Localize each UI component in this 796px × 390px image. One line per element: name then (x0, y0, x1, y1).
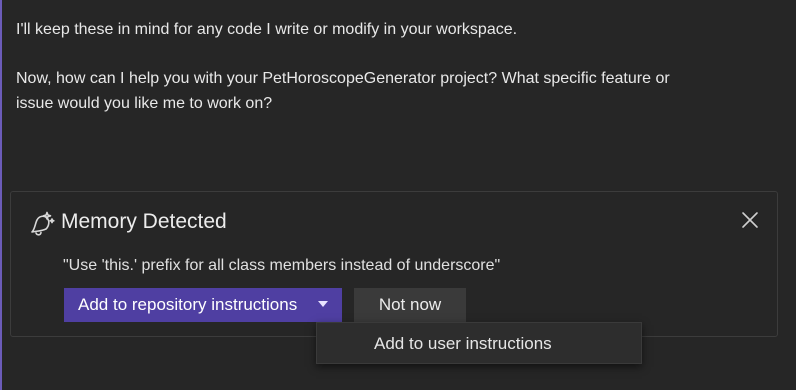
add-to-repository-instructions-button[interactable]: Add to repository instructions (64, 288, 342, 322)
bell-sparkle-icon (25, 206, 57, 238)
add-to-user-instructions-menu-item[interactable]: Add to user instructions (374, 323, 552, 365)
add-to-repository-instructions-label: Add to repository instructions (78, 295, 298, 314)
memory-quote-text: "Use 'this.' prefix for all class member… (63, 257, 501, 274)
assistant-message-line-2: Now, how can I help you with your PetHor… (16, 70, 670, 87)
memory-detected-title: Memory Detected (61, 210, 227, 233)
assistant-message-line-1: I'll keep these in mind for any code I w… (16, 21, 518, 38)
chevron-down-icon[interactable] (318, 301, 328, 307)
assistant-message-line-3: issue would you like me to work on? (16, 95, 273, 112)
instructions-dropdown-menu: Add to user instructions (316, 322, 642, 364)
close-icon[interactable] (739, 209, 761, 231)
not-now-button[interactable]: Not now (354, 288, 466, 322)
